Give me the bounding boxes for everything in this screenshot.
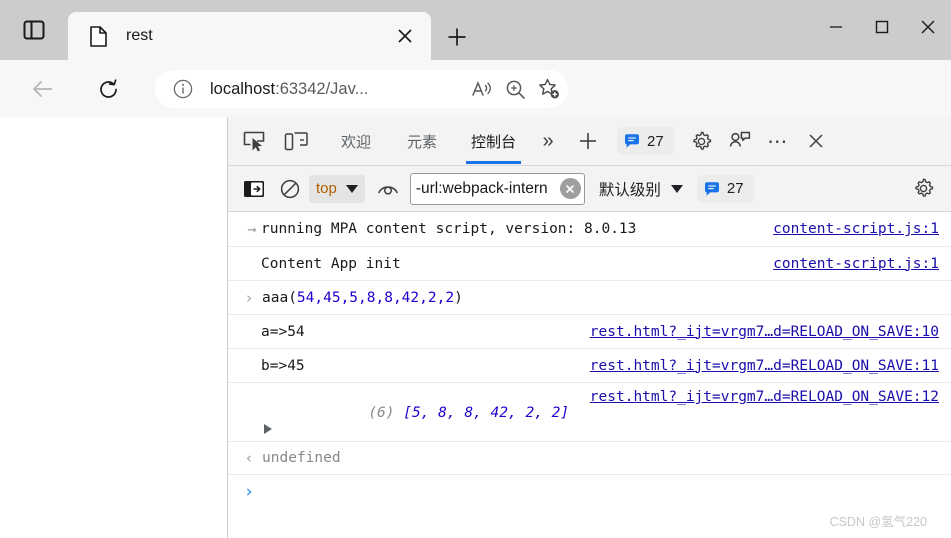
tab-strip: rest — [0, 0, 951, 60]
console-row-fn-close: ) — [454, 289, 463, 306]
tab-actions-icon[interactable] — [14, 14, 54, 46]
back-arrow-icon[interactable] — [25, 71, 61, 107]
console-prompt-chevron-icon: › — [243, 482, 255, 502]
devtools-tab-console-label: 控制台 — [471, 133, 517, 151]
console-row-text: running MPA content script, version: 8.0… — [261, 221, 637, 237]
console-filter-input[interactable]: -url:webpack-intern — [409, 172, 585, 205]
console-level-selector[interactable]: 默认级别 — [599, 178, 683, 200]
console-row-source-link[interactable]: rest.html?_ijt=vrgm7…d=RELOAD_ON_SAVE:11 — [590, 358, 939, 374]
console-row-source-link[interactable]: content-script.js:1 — [773, 256, 939, 272]
close-button[interactable] — [905, 0, 951, 54]
console-settings-gear-icon[interactable] — [907, 173, 939, 205]
devtools-tab-bar: 欢迎 元素 控制台 » 27 ⋯ — [228, 117, 951, 166]
level-chevron-down-icon — [670, 184, 683, 193]
zoom-icon[interactable] — [500, 74, 530, 104]
clear-filter-icon[interactable] — [559, 178, 581, 199]
clear-console-icon[interactable] — [275, 174, 305, 204]
browser-tab[interactable]: rest — [68, 12, 431, 60]
url-path: :63342/Jav... — [275, 79, 369, 98]
more-tabs-icon[interactable]: » — [533, 126, 563, 156]
inspect-element-icon[interactable] — [238, 125, 270, 157]
console-row[interactable]: → running MPA content script, version: 8… — [228, 212, 951, 247]
devtools-more-options-label: ⋯ — [767, 130, 789, 153]
minimize-button[interactable] — [813, 0, 859, 54]
row-gutter-input-chevron-icon: › — [244, 288, 254, 307]
watermark: CSDN @氢气220 — [829, 515, 927, 529]
new-tab-button[interactable] — [440, 20, 474, 54]
console-context-label: top — [316, 180, 337, 197]
document-icon — [88, 25, 108, 47]
message-count-badge[interactable]: 27 — [617, 127, 674, 155]
more-tabs-label: » — [542, 129, 554, 152]
console-prompt-row[interactable]: › — [228, 475, 951, 509]
read-aloud-icon[interactable] — [466, 74, 496, 104]
array-expand-triangle-icon[interactable] — [255, 424, 281, 434]
console-row-source-link[interactable]: rest.html?_ijt=vrgm7…d=RELOAD_ON_SAVE:10 — [590, 324, 939, 340]
console-message-count-badge[interactable]: 27 — [696, 174, 754, 203]
devtools-tab-welcome-label: 欢迎 — [341, 133, 372, 151]
console-row-text: Content App init — [261, 255, 401, 272]
devtools-tab-elements-label: 元素 — [407, 133, 438, 151]
devtools-tab-console[interactable]: 控制台 — [458, 118, 529, 164]
console-result-value: undefined — [262, 450, 341, 466]
console-message-list[interactable]: → running MPA content script, version: 8… — [228, 212, 951, 538]
url-host: localhost — [210, 79, 276, 98]
add-panel-icon[interactable] — [573, 126, 603, 156]
console-row[interactable]: b=>45 rest.html?_ijt=vrgm7…d=RELOAD_ON_S… — [228, 349, 951, 383]
console-row[interactable]: Content App init content-script.js:1 — [228, 247, 951, 281]
device-toolbar-icon[interactable] — [280, 125, 312, 157]
devtools-panel: 欢迎 元素 控制台 » 27 ⋯ top -url:webpack-intern… — [227, 117, 951, 538]
console-row-input-echo[interactable]: › aaa( 54,45,5,8,8,42,2,2 ) — [228, 281, 951, 315]
console-row-array[interactable]: (6) [5, 8, 8, 42, 2, 2] rest.html?_ijt=v… — [228, 383, 951, 442]
console-sidebar-toggle-icon[interactable] — [239, 174, 269, 204]
navigation-bar: localhost:63342/Jav... — [0, 60, 951, 165]
console-row-source-link[interactable]: rest.html?_ijt=vrgm7…d=RELOAD_ON_SAVE:12 — [590, 389, 939, 405]
maximize-button[interactable] — [859, 0, 905, 54]
devtools-close-icon[interactable] — [800, 125, 832, 157]
page-viewport — [0, 117, 227, 538]
console-row-fn-name: aaa( — [262, 289, 297, 306]
browser-window: rest localhost:63342/Jav... 欢迎 元素 控制台 » … — [0, 0, 951, 538]
devtools-tab-elements[interactable]: 元素 — [394, 118, 450, 164]
devtools-more-options-icon[interactable]: ⋯ — [762, 125, 794, 157]
console-level-label: 默认级别 — [598, 181, 661, 199]
address-bar[interactable]: localhost:63342/Jav... — [155, 70, 568, 108]
live-expression-eye-icon[interactable] — [373, 174, 403, 204]
tab-title: rest — [126, 27, 153, 44]
title-bar: rest — [0, 0, 951, 60]
console-message-bubble-icon — [704, 181, 720, 197]
console-filter-value: -url:webpack-intern — [415, 179, 548, 197]
console-row-text: a=>54 — [261, 323, 305, 340]
console-context-selector[interactable]: top — [309, 174, 365, 203]
console-row-text: b=>45 — [261, 357, 305, 374]
devtools-feedback-icon[interactable] — [724, 125, 756, 157]
console-row[interactable]: a=>54 rest.html?_ijt=vrgm7…d=RELOAD_ON_S… — [228, 315, 951, 349]
chevron-down-icon — [345, 184, 358, 193]
console-filter-toolbar: top -url:webpack-intern 默认级别 27 — [228, 166, 951, 212]
devtools-settings-gear-icon[interactable] — [686, 125, 718, 157]
address-bar-url[interactable]: localhost:63342/Jav... — [210, 80, 466, 99]
console-row-source-link[interactable]: content-script.js:1 — [773, 221, 939, 237]
console-row-fn-args: 54,45,5,8,8,42,2,2 — [296, 289, 455, 306]
message-bubble-icon — [624, 133, 640, 149]
row-gutter-arrow-icon: → — [247, 220, 257, 238]
message-count: 27 — [647, 132, 664, 150]
add-favorite-icon[interactable] — [534, 74, 564, 104]
console-row-result[interactable]: ‹ undefined — [228, 442, 951, 475]
array-preview-values: [5, 8, 8, 42, 2, 2] — [394, 405, 570, 421]
window-controls — [813, 0, 951, 54]
console-message-count: 27 — [726, 180, 744, 197]
site-info-icon[interactable] — [172, 78, 194, 100]
tab-close-icon[interactable] — [390, 21, 420, 51]
array-length-label: (6) — [368, 405, 395, 421]
row-gutter-output-chevron-icon: ‹ — [244, 449, 254, 467]
devtools-tab-welcome[interactable]: 欢迎 — [328, 118, 384, 164]
reload-icon[interactable] — [90, 71, 126, 107]
